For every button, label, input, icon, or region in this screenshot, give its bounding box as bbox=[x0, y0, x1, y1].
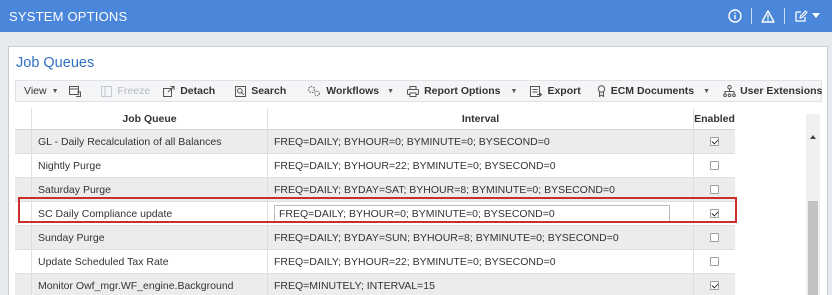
row-selector[interactable] bbox=[15, 178, 31, 201]
row-selector[interactable] bbox=[15, 274, 31, 295]
row-selector[interactable] bbox=[15, 250, 31, 273]
job-queue-cell[interactable]: Sunday Purge bbox=[31, 226, 267, 249]
print-icon bbox=[407, 85, 420, 97]
export-button[interactable]: Export bbox=[530, 81, 581, 101]
enabled-cell bbox=[693, 130, 735, 153]
job-queues-panel: Job Queues View ▼ Freeze Detach Search Wo… bbox=[8, 46, 828, 295]
freeze-label: Freeze bbox=[117, 85, 151, 97]
job-queue-cell[interactable]: Saturday Purge bbox=[31, 178, 267, 201]
export-label: Export bbox=[547, 85, 581, 97]
row-selector[interactable] bbox=[15, 154, 31, 177]
dropdown-icon[interactable] bbox=[810, 7, 822, 25]
workflows-label: Workflows bbox=[326, 85, 380, 97]
interval-cell[interactable]: FREQ=DAILY; BYHOUR=22; BYMINUTE=0; BYSEC… bbox=[267, 154, 693, 177]
interval-cell[interactable]: FREQ=DAILY; BYDAY=SUN; BYHOUR=8; BYMINUT… bbox=[267, 226, 693, 249]
row-selector[interactable] bbox=[15, 226, 31, 249]
detach-icon bbox=[163, 85, 175, 97]
chevron-down-icon: ▼ bbox=[51, 87, 59, 95]
job-queue-cell[interactable]: Nightly Purge bbox=[31, 154, 267, 177]
interval-cell[interactable]: FREQ=DAILY; BYHOUR=0; BYMINUTE=0; BYSECO… bbox=[267, 130, 693, 153]
column-header-job-queue[interactable]: Job Queue bbox=[31, 108, 267, 129]
job-queue-cell[interactable]: SC Daily Compliance update bbox=[31, 202, 267, 225]
job-queue-cell[interactable]: GL - Daily Recalculation of all Balances bbox=[31, 130, 267, 153]
table-row[interactable]: GL - Daily Recalculation of all Balances… bbox=[15, 130, 735, 154]
title-bar-separator bbox=[751, 8, 752, 24]
user-extensions-button[interactable]: User Extensions bbox=[723, 81, 822, 101]
enabled-checkbox[interactable] bbox=[710, 281, 719, 290]
interval-cell[interactable]: FREQ=MINUTELY; INTERVAL=15 bbox=[267, 274, 693, 295]
title-bar: SYSTEM OPTIONS bbox=[0, 0, 832, 32]
freeze-button[interactable]: Freeze bbox=[100, 81, 151, 101]
enabled-checkbox[interactable] bbox=[710, 257, 719, 266]
view-label: View bbox=[24, 85, 47, 97]
enabled-checkbox[interactable] bbox=[710, 185, 719, 194]
table-row[interactable]: Update Scheduled Tax Rate FREQ=DAILY; BY… bbox=[15, 250, 735, 274]
export-icon bbox=[530, 85, 543, 97]
table-row-selected[interactable]: SC Daily Compliance update bbox=[15, 202, 735, 226]
search-button[interactable]: Search bbox=[235, 81, 286, 101]
table-row[interactable]: Nightly Purge FREQ=DAILY; BYHOUR=22; BYM… bbox=[15, 154, 735, 178]
table-row[interactable]: Sunday Purge FREQ=DAILY; BYDAY=SUN; BYHO… bbox=[15, 226, 735, 250]
layout-button[interactable] bbox=[68, 81, 81, 101]
enabled-checkbox[interactable] bbox=[710, 233, 719, 242]
vertical-scrollbar[interactable] bbox=[806, 114, 820, 295]
interval-cell bbox=[267, 202, 693, 225]
warning-icon[interactable] bbox=[759, 7, 777, 25]
row-header-spacer bbox=[15, 108, 31, 129]
ecm-documents-icon bbox=[597, 85, 605, 97]
job-queue-cell[interactable]: Monitor Owf_mgr.WF_engine.Background bbox=[31, 274, 267, 295]
enabled-checkbox[interactable] bbox=[710, 209, 719, 218]
table-row[interactable]: Saturday Purge FREQ=DAILY; BYDAY=SAT; BY… bbox=[15, 178, 735, 202]
info-icon[interactable] bbox=[726, 7, 744, 25]
chevron-down-icon: ▼ bbox=[510, 87, 518, 95]
row-selector[interactable] bbox=[15, 130, 31, 153]
view-menu[interactable]: View ▼ bbox=[24, 81, 59, 101]
job-queue-cell[interactable]: Update Scheduled Tax Rate bbox=[31, 250, 267, 273]
scrollbar-thumb[interactable] bbox=[808, 201, 818, 295]
search-icon bbox=[235, 85, 247, 97]
enabled-checkbox[interactable] bbox=[710, 161, 719, 170]
column-header-interval[interactable]: Interval bbox=[267, 108, 693, 129]
enabled-cell bbox=[693, 250, 735, 273]
detach-button[interactable]: Detach bbox=[163, 81, 215, 101]
interval-cell[interactable]: FREQ=DAILY; BYDAY=SAT; BYHOUR=8; BYMINUT… bbox=[267, 178, 693, 201]
enabled-cell bbox=[693, 178, 735, 201]
title-bar-separator bbox=[784, 8, 785, 24]
interval-edit-field[interactable] bbox=[274, 205, 670, 223]
enabled-cell bbox=[693, 202, 735, 225]
chevron-down-icon: ▼ bbox=[387, 87, 395, 95]
interval-cell[interactable]: FREQ=DAILY; BYHOUR=22; BYMINUTE=0; BYSEC… bbox=[267, 250, 693, 273]
user-extensions-label: User Extensions bbox=[740, 85, 823, 97]
table-row[interactable]: Monitor Owf_mgr.WF_engine.Background FRE… bbox=[15, 274, 735, 295]
grid-header-row: Job Queue Interval Enabled bbox=[15, 108, 735, 130]
report-options-label: Report Options bbox=[424, 85, 501, 97]
detach-label: Detach bbox=[180, 85, 216, 97]
freeze-icon bbox=[100, 85, 112, 97]
chevron-down-icon: ▼ bbox=[703, 87, 711, 95]
ecm-documents-label: ECM Documents bbox=[610, 85, 695, 97]
layout-icon bbox=[68, 85, 81, 97]
edit-icon[interactable] bbox=[792, 7, 810, 25]
report-options-menu[interactable]: Report Options ▼ bbox=[407, 81, 517, 101]
enabled-cell bbox=[693, 274, 735, 295]
enabled-checkbox[interactable] bbox=[710, 137, 719, 146]
ecm-documents-menu[interactable]: ECM Documents ▼ bbox=[596, 81, 710, 101]
row-selector[interactable] bbox=[15, 202, 31, 225]
scroll-up-icon[interactable] bbox=[810, 135, 816, 139]
grid-toolbar: View ▼ Freeze Detach Search Workflows ▼ Re… bbox=[15, 80, 822, 102]
workflows-menu[interactable]: Workflows ▼ bbox=[307, 81, 394, 101]
title-bar-icons bbox=[726, 7, 822, 25]
enabled-cell bbox=[693, 226, 735, 249]
page-title: SYSTEM OPTIONS bbox=[9, 9, 128, 24]
workflows-icon bbox=[308, 85, 321, 97]
search-label: Search bbox=[251, 85, 287, 97]
panel-title: Job Queues bbox=[16, 55, 95, 71]
job-queue-grid: Job Queue Interval Enabled GL - Daily Re… bbox=[15, 108, 805, 295]
column-header-enabled[interactable]: Enabled bbox=[693, 108, 735, 129]
user-extensions-icon bbox=[723, 85, 736, 97]
enabled-cell bbox=[693, 154, 735, 177]
